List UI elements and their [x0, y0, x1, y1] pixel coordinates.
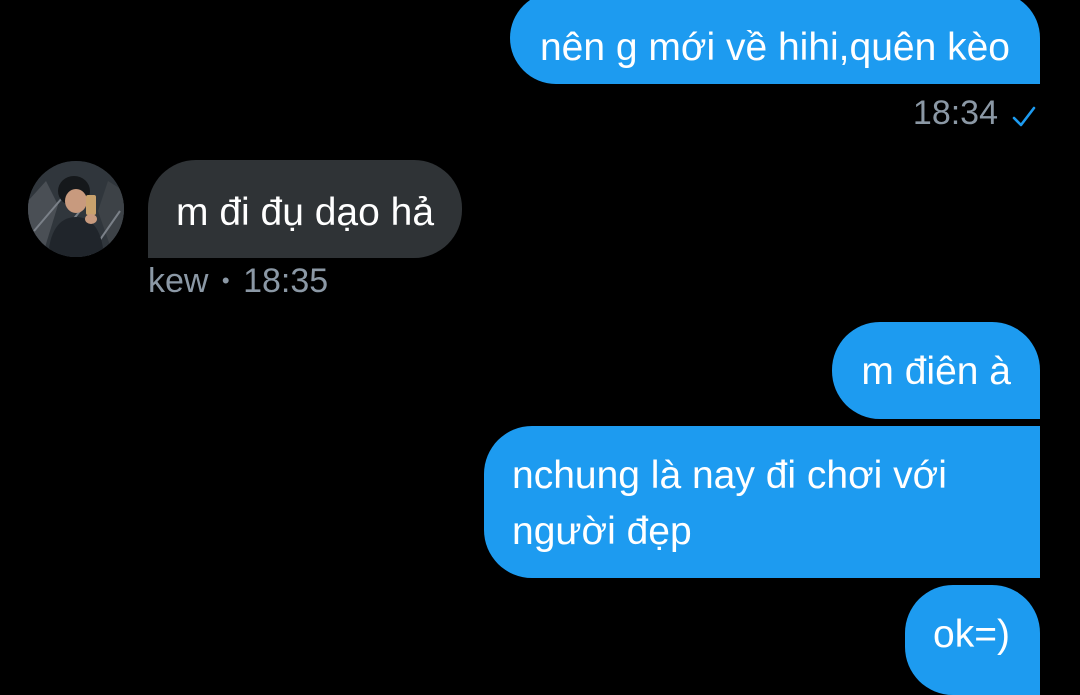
outgoing-message-bubble[interactable]: m điên à	[832, 322, 1040, 419]
message-meta: kew • 18:35	[148, 261, 328, 305]
user-avatar[interactable]	[28, 161, 124, 257]
message-text-line: người đẹp	[512, 510, 692, 553]
message-timestamp: 18:34	[912, 94, 998, 132]
meta-separator: •	[221, 268, 230, 293]
message-text: m điên à	[861, 350, 1011, 393]
outgoing-message-bubble[interactable]: nchung là nay đi chơi với người đẹp	[484, 426, 1040, 578]
sender-name[interactable]: kew	[148, 262, 208, 300]
message-text-line: nchung là nay đi chơi với	[512, 454, 947, 497]
message-text: ok=)	[933, 613, 1010, 656]
message-timestamp: 18:35	[243, 262, 329, 300]
outgoing-message-bubble[interactable]: ok=)	[905, 585, 1040, 695]
incoming-message-bubble[interactable]: m đi đụ dạo hả	[148, 160, 463, 258]
avatar-photo	[28, 161, 124, 257]
message-text: nên g mới về hihi,quên kèo	[539, 26, 1010, 69]
message-text: m đi đụ dạo hả	[176, 191, 435, 234]
read-check-icon	[1012, 106, 1036, 127]
outgoing-message-bubble[interactable]: nên g mới về hihi,quên kèo	[509, 0, 1040, 84]
